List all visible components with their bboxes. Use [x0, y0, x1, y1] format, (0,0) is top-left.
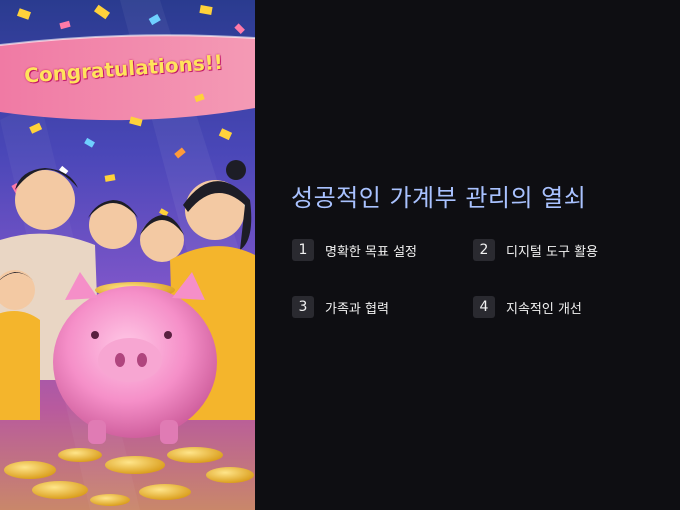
number-badge: 1	[292, 239, 314, 261]
list-item-2: 2 디지털 도구 활용	[473, 239, 598, 261]
number-badge: 3	[292, 296, 314, 318]
item-label: 지속적인 개선	[506, 301, 582, 317]
item-label: 디지털 도구 활용	[506, 244, 598, 260]
list-item-4: 4 지속적인 개선	[473, 296, 582, 318]
slide-title: 성공적인 가계부 관리의 열쇠	[291, 184, 587, 212]
list-item-1: 1 명확한 목표 설정	[292, 239, 417, 261]
number-badge: 2	[473, 239, 495, 261]
list-item-3: 3 가족과 협력	[292, 296, 389, 318]
number-badge: 4	[473, 296, 495, 318]
item-label: 가족과 협력	[325, 301, 389, 317]
item-label: 명확한 목표 설정	[325, 244, 417, 260]
celebration-illustration: Congratulations!!	[0, 0, 255, 510]
slide: Congratulations!! 성공적인 가계부 관리의 열쇠 1 명확한 …	[0, 0, 680, 510]
